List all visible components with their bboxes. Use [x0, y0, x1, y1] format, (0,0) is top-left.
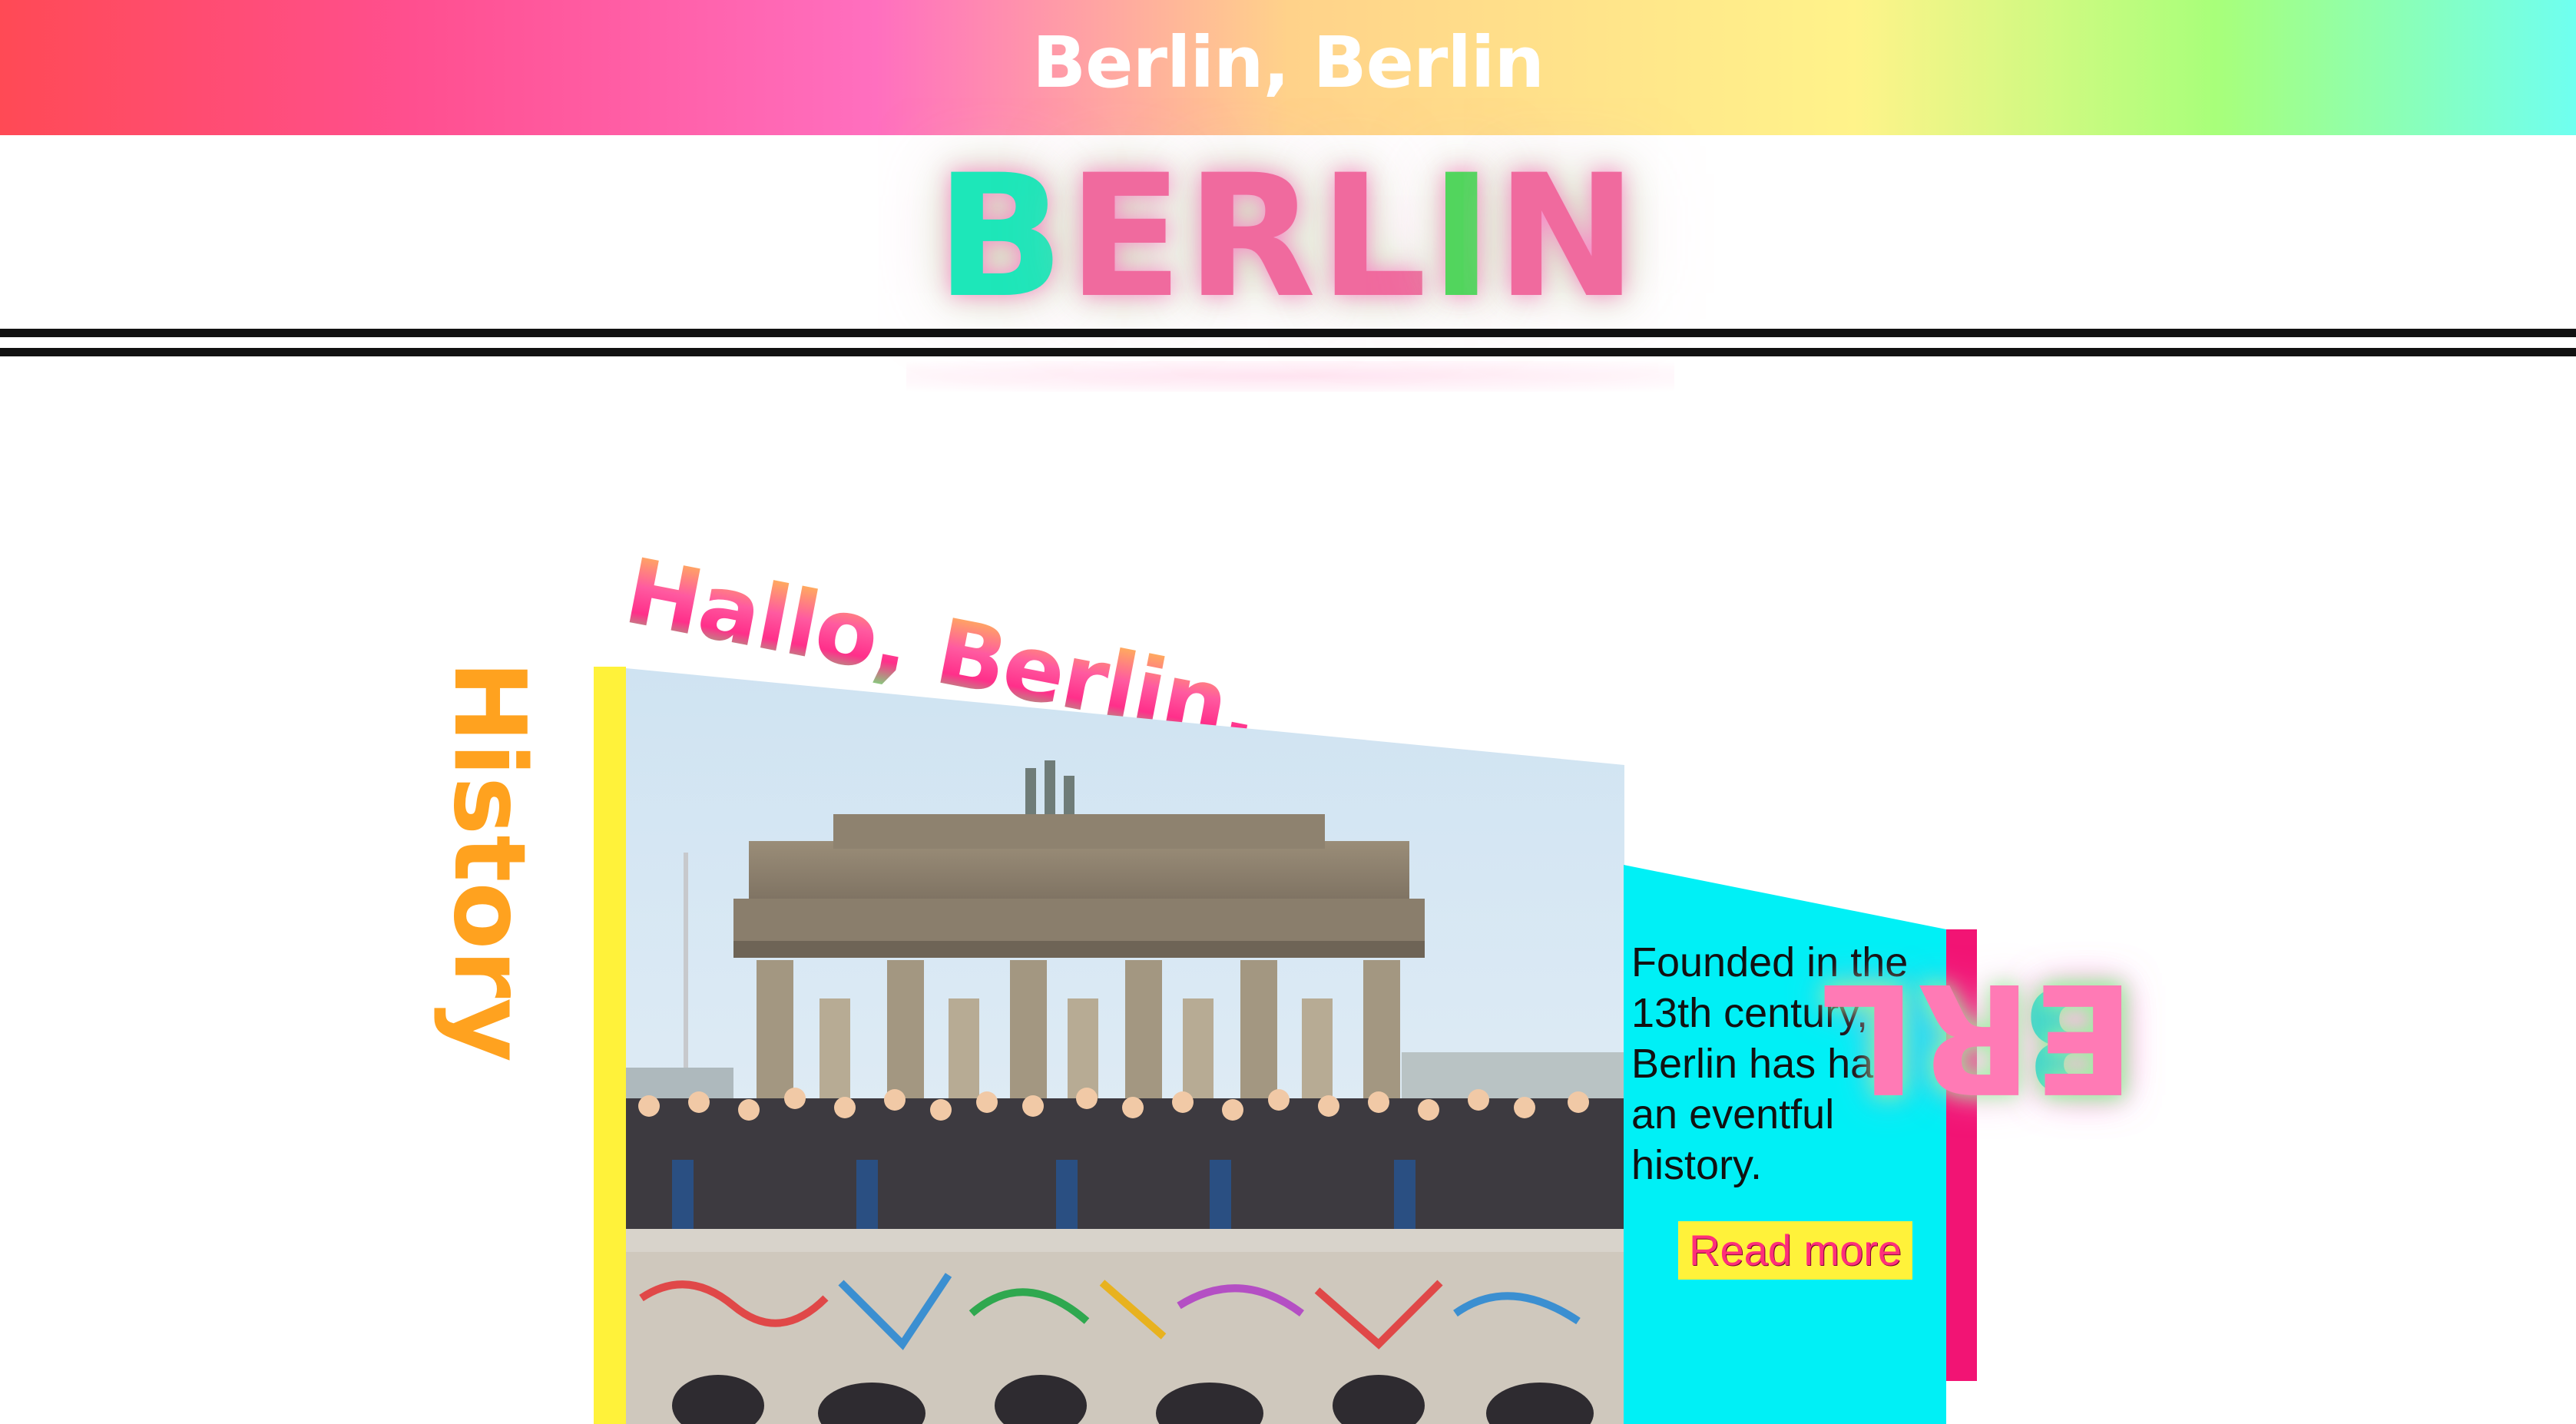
brandenburg-gate-photo [626, 668, 1624, 1424]
divider-bottom [0, 348, 2576, 356]
logo-letter-i: I [1429, 138, 1496, 335]
divider-top [0, 329, 2576, 337]
read-more-button[interactable]: Read more [1678, 1221, 1913, 1280]
logo-letter-b: B [935, 138, 1068, 335]
berlin-logo[interactable]: BERLIN [0, 152, 2576, 321]
top-banner: Berlin, Berlin [0, 0, 2576, 135]
photo-illustration [626, 668, 1624, 1424]
logo-letter-n: N [1495, 138, 1641, 335]
vertical-word-rest: ERL [1820, 949, 2135, 1124]
card-yellow-bar [594, 667, 626, 1424]
divider-glow [906, 361, 1674, 392]
page: Berlin, Berlin BERLIN History Hallo, Ber… [0, 0, 2576, 1424]
history-label-text: History [432, 661, 546, 1062]
logo-letters-erl: ERL [1067, 138, 1430, 335]
site-title[interactable]: Berlin, Berlin [0, 22, 2576, 104]
